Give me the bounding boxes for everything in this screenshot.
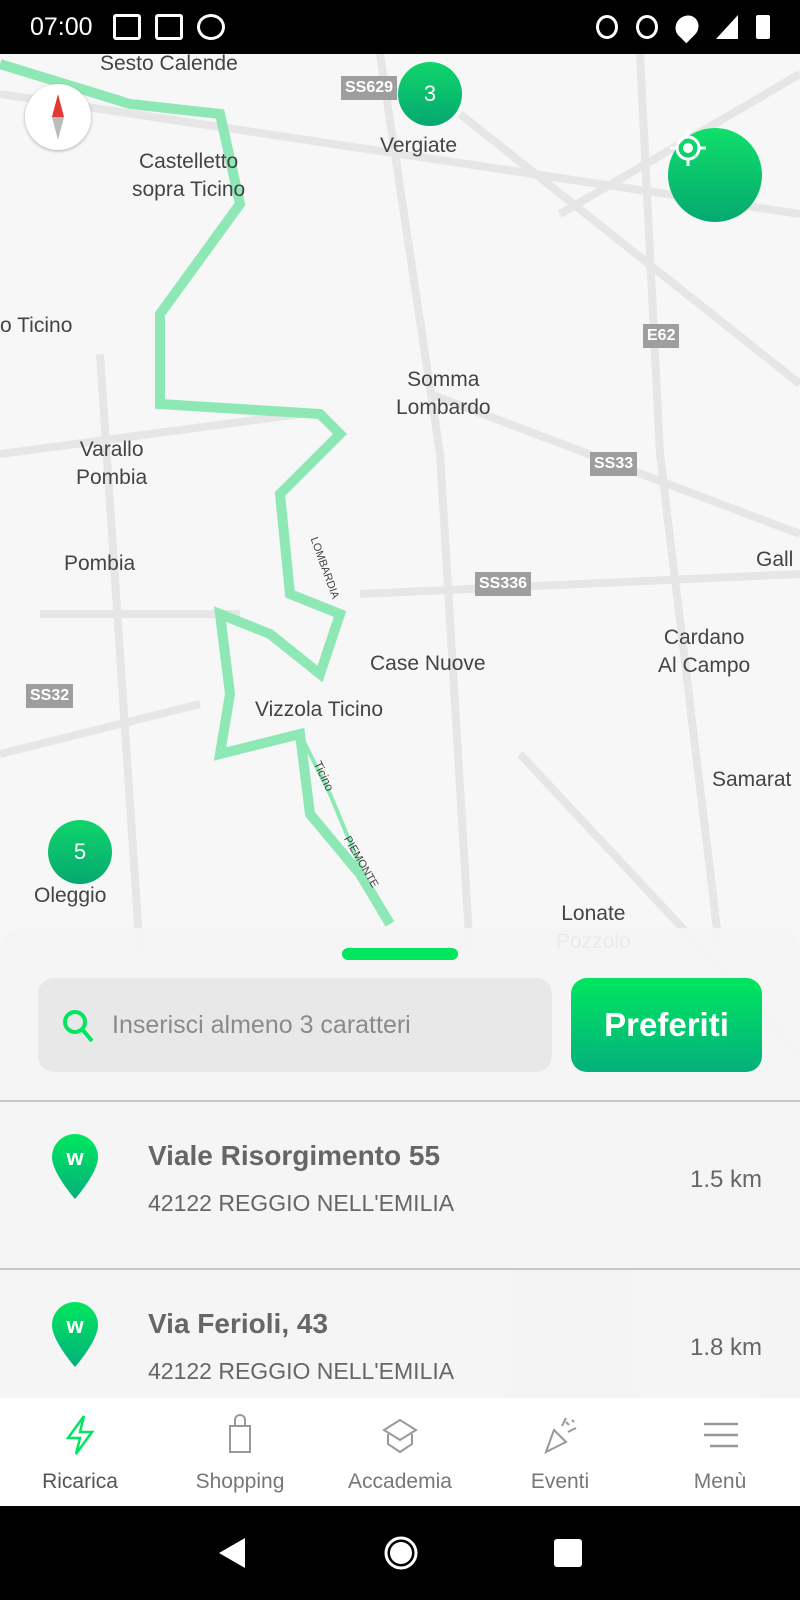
bottom-nav: Ricarica Shopping Accademia Eventi Menù — [0, 1398, 800, 1506]
search-placeholder: Inserisci almeno 3 caratteri — [112, 1010, 411, 1039]
hamburger-menu-icon — [704, 1422, 738, 1448]
svg-text:w: w — [65, 1145, 84, 1170]
wifi-icon — [670, 10, 704, 44]
road-shield: E62 — [643, 324, 680, 348]
map-label: Oleggio — [34, 884, 107, 907]
drag-handle[interactable] — [342, 948, 458, 960]
nav-label: Menù — [693, 1470, 747, 1493]
map-label: Pombia — [64, 552, 136, 575]
road-shield: SS629 — [341, 76, 398, 100]
road-shield: SS32 — [26, 684, 74, 708]
station-city: 42122 REGGIO NELL'EMILIA — [148, 1358, 455, 1384]
station-cluster[interactable]: 3 — [398, 62, 462, 126]
party-popper-icon — [544, 1417, 577, 1455]
lightning-icon — [65, 1415, 95, 1455]
app-notification-icon — [196, 14, 225, 40]
system-nav-bar — [0, 1506, 800, 1600]
nav-eventi[interactable]: Eventi — [480, 1398, 640, 1506]
signal-icon — [716, 15, 738, 39]
nav-label: Accademia — [348, 1470, 452, 1493]
home-icon[interactable] — [383, 1535, 419, 1571]
crosshair-icon — [670, 130, 706, 166]
graduation-cap-icon — [382, 1418, 418, 1454]
shopping-bag-icon — [229, 1414, 251, 1453]
status-bar: 07:00 — [0, 0, 800, 54]
back-icon[interactable] — [217, 1536, 249, 1570]
favorites-button[interactable]: Preferiti — [571, 978, 762, 1072]
road-shield: SS33 — [590, 452, 638, 476]
station-address: Viale Risorgimento 55 — [148, 1140, 441, 1171]
station-distance: 1.5 km — [689, 1166, 762, 1193]
station-cluster[interactable]: 5 — [48, 820, 112, 884]
map-label: Sesto Calende — [100, 54, 238, 75]
compass-button[interactable] — [25, 84, 91, 150]
nav-ricarica[interactable]: Ricarica — [0, 1398, 160, 1506]
map-label: Samarat — [712, 768, 792, 791]
map-label: Castelletto sopra Ticino — [132, 150, 246, 201]
search-input[interactable]: Inserisci almeno 3 caratteri — [38, 978, 552, 1072]
map-label: Gall — [756, 548, 794, 571]
compass-icon — [52, 94, 64, 140]
station-list-item[interactable]: w Viale Risorgimento 55 42122 REGGIO NEL… — [0, 1102, 800, 1267]
map-label: Vizzola Ticino — [255, 698, 384, 721]
map-label: o Ticino — [0, 314, 73, 337]
battery-icon — [756, 15, 770, 39]
nav-menu[interactable]: Menù — [640, 1398, 800, 1506]
alarm-icon — [596, 15, 618, 39]
nav-label: Ricarica — [42, 1470, 118, 1493]
clock: 07:00 — [30, 12, 93, 41]
map-label: Varallo Pombia — [76, 438, 148, 489]
gmail-icon — [154, 14, 183, 40]
bottom-sheet: Inserisci almeno 3 caratteri Preferiti w… — [0, 928, 800, 1398]
gmail-icon — [112, 14, 141, 40]
map-label: Somma Lombardo — [396, 368, 491, 419]
nav-label: Eventi — [530, 1470, 590, 1493]
nav-shopping[interactable]: Shopping — [160, 1398, 320, 1506]
nav-accademia[interactable]: Accademia — [320, 1398, 480, 1506]
station-pin-icon: w — [52, 1302, 98, 1367]
map-label: Cardano Al Campo — [658, 626, 751, 677]
recents-icon[interactable] — [553, 1538, 583, 1568]
location-icon — [636, 15, 658, 39]
nav-label: Shopping — [195, 1470, 285, 1493]
road-shield: SS336 — [475, 572, 532, 596]
svg-text:w: w — [65, 1313, 84, 1338]
search-icon — [63, 1010, 94, 1043]
station-city: 42122 REGGIO NELL'EMILIA — [148, 1190, 455, 1216]
station-distance: 1.8 km — [689, 1334, 762, 1361]
station-address: Via Ferioli, 43 — [148, 1308, 329, 1339]
my-location-button[interactable] — [668, 128, 762, 222]
station-pin-icon: w — [52, 1134, 98, 1199]
map-label: Case Nuove — [370, 652, 486, 675]
map-label: Vergiate — [380, 134, 458, 157]
